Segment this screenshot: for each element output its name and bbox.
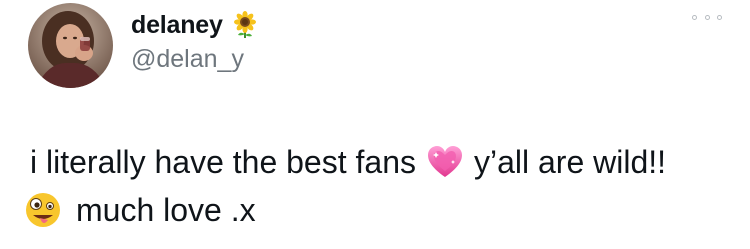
tweet-text-segment: much love .x <box>76 191 256 228</box>
more-options-icon[interactable] <box>692 9 722 25</box>
sunflower-icon <box>231 11 259 39</box>
avatar-photo <box>28 3 113 88</box>
tweet-text-segment: i literally have the best fans <box>30 143 416 180</box>
name-row: delaney <box>131 8 259 42</box>
tweet-text-line-1: i literally have the best fans y’all are… <box>30 140 666 184</box>
tweet-text-segment: y’all are wild!! <box>473 143 667 180</box>
sparkling-heart-icon <box>426 143 464 181</box>
tweet-card: delaney @delan_y i literally have the be… <box>0 0 750 249</box>
tweet-text-line-2: much love .x <box>22 188 256 232</box>
dot <box>717 14 722 20</box>
zany-face-icon <box>24 191 62 229</box>
dot <box>704 14 710 20</box>
user-handle[interactable]: @delan_y <box>131 45 244 74</box>
avatar[interactable] <box>28 3 113 88</box>
display-name[interactable]: delaney <box>131 11 223 40</box>
dot <box>692 14 697 20</box>
